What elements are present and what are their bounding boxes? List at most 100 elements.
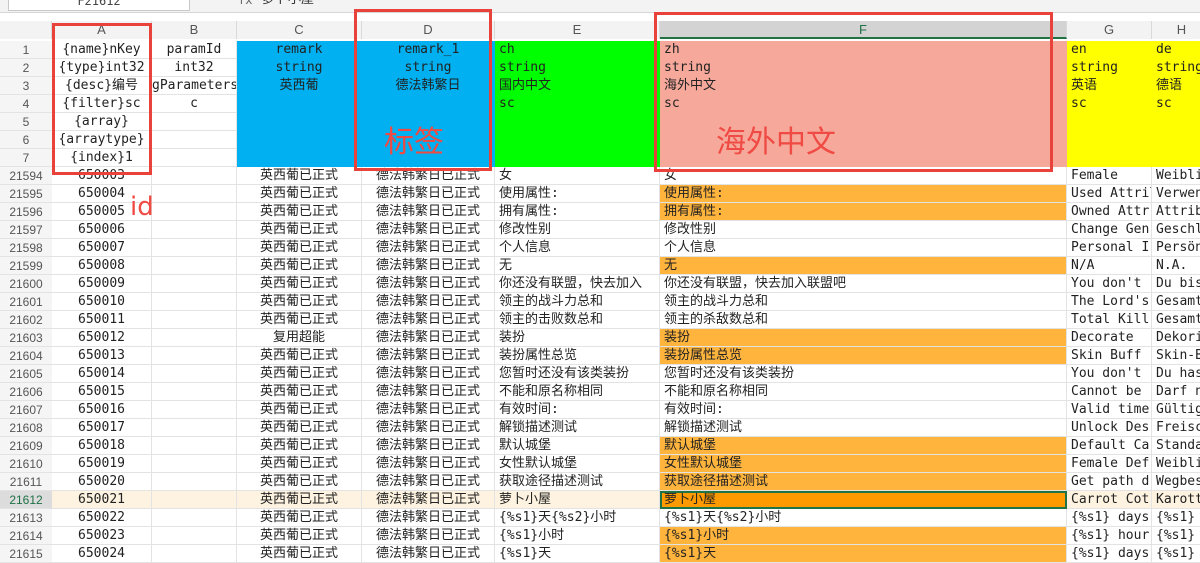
table-cell-h[interactable]: Verwen [1152, 185, 1200, 203]
table-cell-e[interactable]: 领主的击败数总和 [495, 311, 660, 329]
table-cell-f[interactable]: 拥有属性: [660, 203, 1067, 221]
table-cell-g[interactable]: Used Attril [1067, 185, 1152, 203]
table-cell-c[interactable]: 英西葡已正式 [237, 491, 362, 509]
header-cell-h[interactable] [1152, 149, 1200, 167]
table-cell-h[interactable]: Geschl [1152, 221, 1200, 239]
row-header[interactable]: 21596 [0, 203, 52, 221]
table-cell-f[interactable]: 你还没有联盟，快去加入联盟吧 [660, 275, 1067, 293]
table-cell-a[interactable]: 650012 [52, 329, 152, 347]
row-header[interactable]: 3 [0, 77, 52, 95]
header-cell-a[interactable]: {array} [52, 113, 152, 131]
row-header[interactable]: 21595 [0, 185, 52, 203]
table-cell-e[interactable]: 个人信息 [495, 239, 660, 257]
row-header[interactable]: 4 [0, 95, 52, 113]
table-cell-e[interactable]: 装扮 [495, 329, 660, 347]
table-cell-h[interactable]: Standa [1152, 437, 1200, 455]
table-cell-c[interactable]: 英西葡已正式 [237, 275, 362, 293]
table-cell-e[interactable]: 萝卜小屋 [495, 491, 660, 509]
table-cell-h[interactable]: Du has [1152, 365, 1200, 383]
table-cell-b[interactable] [152, 473, 237, 491]
header-cell-g[interactable] [1067, 131, 1152, 149]
table-cell-e[interactable]: 无 [495, 257, 660, 275]
table-cell-h[interactable]: {%s1} [1152, 545, 1200, 563]
table-cell-h[interactable]: Gültig [1152, 401, 1200, 419]
header-cell-b[interactable] [152, 113, 237, 131]
row-header[interactable]: 21601 [0, 293, 52, 311]
table-cell-h[interactable]: Gesamt [1152, 311, 1200, 329]
table-cell-a[interactable]: 650009 [52, 275, 152, 293]
header-cell-f[interactable]: zh [660, 41, 1067, 59]
table-cell-f[interactable]: 领主的杀敌数总和 [660, 311, 1067, 329]
table-cell-c[interactable]: 英西葡已正式 [237, 257, 362, 275]
table-cell-b[interactable] [152, 311, 237, 329]
table-cell-h[interactable]: Du bis [1152, 275, 1200, 293]
header-cell-d[interactable]: string [362, 59, 495, 77]
column-header-h[interactable]: H [1152, 21, 1200, 39]
table-cell-a[interactable]: 650007 [52, 239, 152, 257]
table-cell-d[interactable]: 德法韩繁日已正式 [362, 347, 495, 365]
header-cell-c[interactable]: remark [237, 41, 362, 59]
table-cell-c[interactable]: 英西葡已正式 [237, 473, 362, 491]
table-cell-d[interactable]: 德法韩繁日已正式 [362, 527, 495, 545]
table-cell-d[interactable]: 德法韩繁日已正式 [362, 329, 495, 347]
table-cell-c[interactable]: 英西葡已正式 [237, 365, 362, 383]
table-cell-a[interactable]: 650017 [52, 419, 152, 437]
column-header-b[interactable]: B [152, 21, 237, 39]
table-cell-c[interactable]: 英西葡已正式 [237, 167, 362, 185]
table-cell-d[interactable]: 德法韩繁日已正式 [362, 491, 495, 509]
table-cell-d[interactable]: 德法韩繁日已正式 [362, 275, 495, 293]
table-cell-g[interactable]: Default Ca [1067, 437, 1152, 455]
table-cell-b[interactable] [152, 527, 237, 545]
header-cell-b[interactable] [152, 149, 237, 167]
header-cell-e[interactable]: string [495, 59, 660, 77]
table-cell-c[interactable]: 英西葡已正式 [237, 545, 362, 563]
table-cell-b[interactable] [152, 329, 237, 347]
table-cell-f[interactable]: 修改性别 [660, 221, 1067, 239]
header-cell-g[interactable] [1067, 113, 1152, 131]
table-cell-b[interactable] [152, 437, 237, 455]
header-cell-f[interactable]: sc [660, 95, 1067, 113]
table-cell-e[interactable]: 修改性别 [495, 221, 660, 239]
table-cell-g[interactable]: Total Kill [1067, 311, 1152, 329]
table-cell-a[interactable]: 650022 [52, 509, 152, 527]
table-cell-g[interactable]: You don't [1067, 275, 1152, 293]
header-cell-a[interactable]: {desc}编号 [52, 77, 152, 95]
table-cell-f[interactable]: 领主的战斗力总和 [660, 293, 1067, 311]
table-cell-f[interactable]: 使用属性: [660, 185, 1067, 203]
column-header-d[interactable]: D [362, 21, 495, 39]
table-cell-e[interactable]: {%s1}天{%s2}小时 [495, 509, 660, 527]
header-cell-h[interactable] [1152, 113, 1200, 131]
table-cell-h[interactable]: Wegbes [1152, 473, 1200, 491]
table-cell-g[interactable]: N/A [1067, 257, 1152, 275]
name-box[interactable]: F21612 [8, 0, 190, 11]
header-cell-h[interactable]: string [1152, 59, 1200, 77]
table-cell-b[interactable] [152, 491, 237, 509]
table-cell-f[interactable]: 您暂时还没有该类装扮 [660, 365, 1067, 383]
header-cell-e[interactable]: 国内中文 [495, 77, 660, 95]
table-cell-g[interactable]: Carrot Cot [1067, 491, 1152, 509]
table-cell-g[interactable]: Female [1067, 167, 1152, 185]
table-cell-b[interactable] [152, 185, 237, 203]
header-cell-b[interactable]: gParameters [152, 77, 237, 95]
table-cell-d[interactable]: 德法韩繁日已正式 [362, 221, 495, 239]
table-cell-c[interactable]: 英西葡已正式 [237, 383, 362, 401]
table-cell-e[interactable]: 你还没有联盟，快去加入 [495, 275, 660, 293]
row-header[interactable]: 21614 [0, 527, 52, 545]
row-header[interactable]: 21613 [0, 509, 52, 527]
table-cell-g[interactable]: Decorate [1067, 329, 1152, 347]
table-cell-d[interactable]: 德法韩繁日已正式 [362, 401, 495, 419]
row-header[interactable]: 5 [0, 113, 52, 131]
header-cell-e[interactable]: sc [495, 95, 660, 113]
table-cell-f[interactable]: 个人信息 [660, 239, 1067, 257]
table-cell-f[interactable]: 有效时间: [660, 401, 1067, 419]
table-cell-a[interactable]: 650023 [52, 527, 152, 545]
row-header[interactable]: 21602 [0, 311, 52, 329]
row-header[interactable]: 21610 [0, 455, 52, 473]
table-cell-a[interactable]: 650018 [52, 437, 152, 455]
table-cell-a[interactable]: 650015 [52, 383, 152, 401]
table-cell-h[interactable]: Weibli [1152, 455, 1200, 473]
table-cell-g[interactable]: Personal I [1067, 239, 1152, 257]
table-cell-c[interactable]: 英西葡已正式 [237, 527, 362, 545]
table-cell-d[interactable]: 德法韩繁日已正式 [362, 167, 495, 185]
table-cell-e[interactable]: 您暂时还没有该类装扮 [495, 365, 660, 383]
